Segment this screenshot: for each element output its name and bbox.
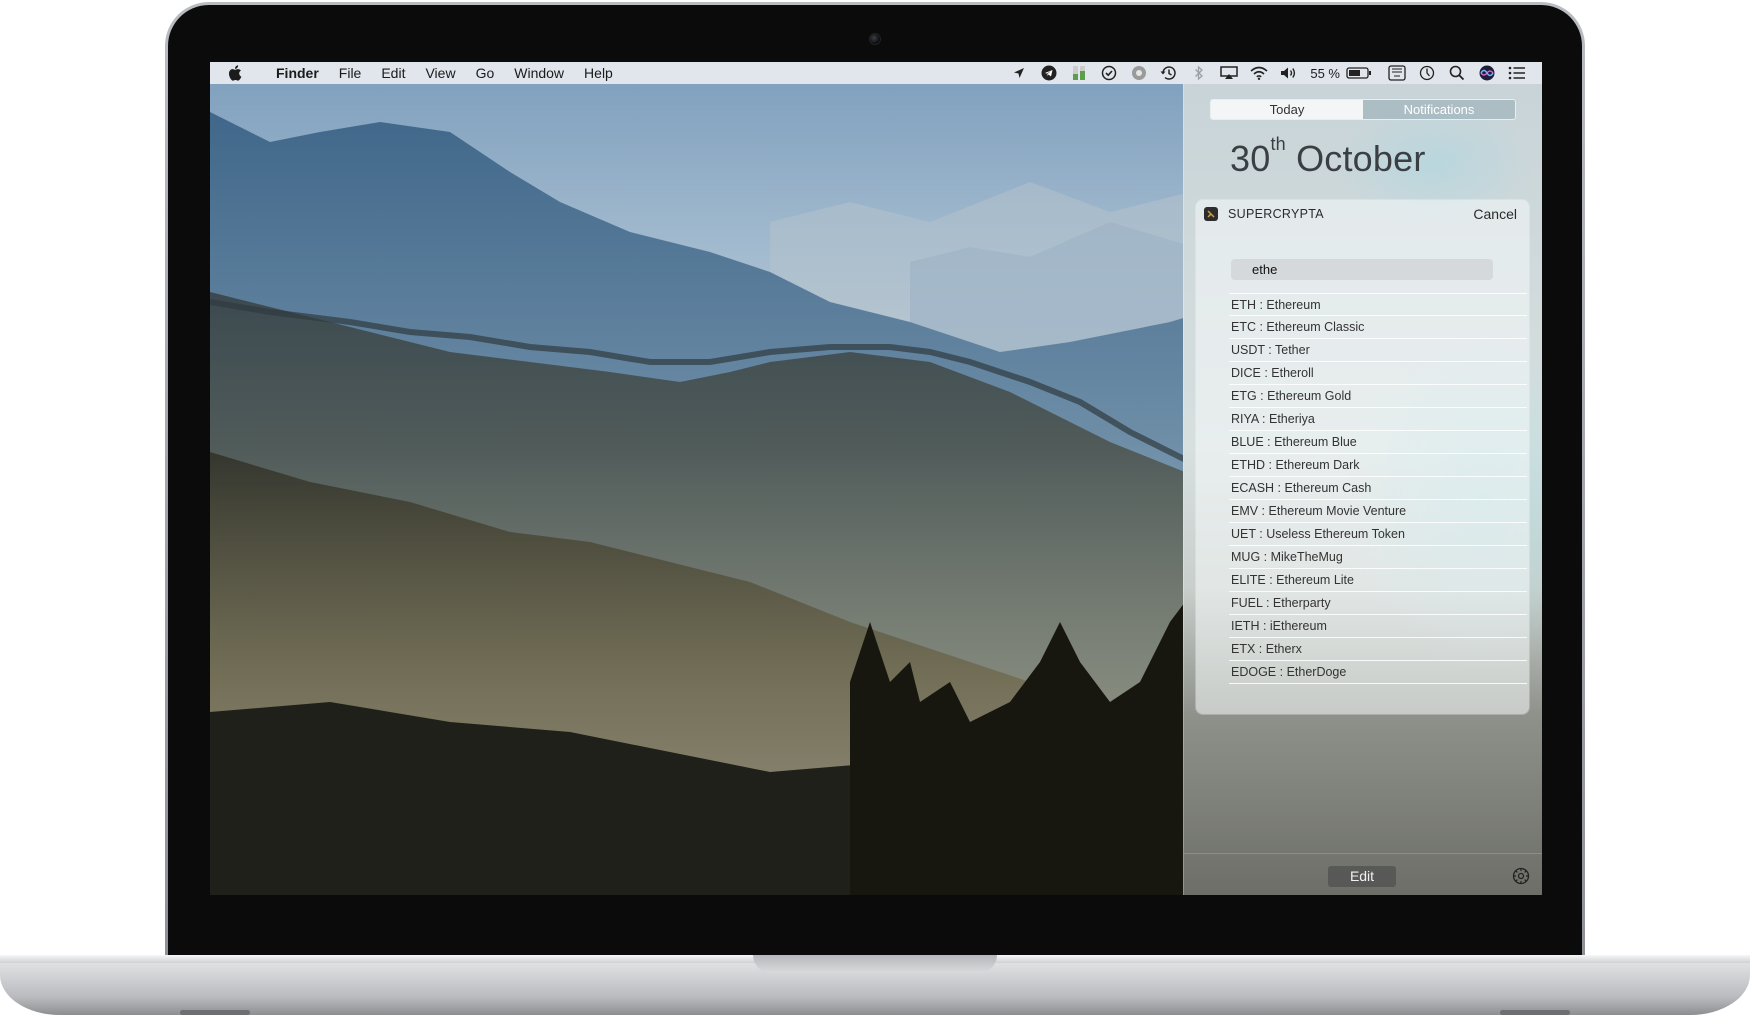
menu-bar: Finder File Edit View Go Window Help 55 … <box>210 62 1542 84</box>
tab-today[interactable]: Today <box>1211 100 1363 119</box>
menu-view[interactable]: View <box>415 62 465 84</box>
coin-search-input[interactable] <box>1231 259 1493 280</box>
coin-result-item[interactable]: ETG : Ethereum Gold <box>1229 385 1527 408</box>
laptop-foot <box>180 1010 250 1015</box>
coin-result-item[interactable]: ETX : Etherx <box>1229 638 1527 661</box>
laptop-foot <box>1500 1010 1570 1015</box>
coin-result-item[interactable]: USDT : Tether <box>1229 339 1527 362</box>
tab-notifications[interactable]: Notifications <box>1363 100 1515 119</box>
menu-window[interactable]: Window <box>504 62 574 84</box>
coin-result-item[interactable]: ETH : Ethereum <box>1229 293 1527 316</box>
coin-result-item[interactable]: UET : Useless Ethereum Token <box>1229 523 1527 546</box>
tasks-icon[interactable] <box>1094 62 1124 84</box>
widget-header: SUPERCRYPTA Cancel <box>1196 200 1529 228</box>
coin-result-item[interactable]: ECASH : Ethereum Cash <box>1229 477 1527 500</box>
battery-icon[interactable] <box>1344 62 1374 84</box>
apple-menu-icon[interactable] <box>228 65 254 81</box>
coin-result-item[interactable]: ETC : Ethereum Classic <box>1229 316 1527 339</box>
app-icon[interactable] <box>1124 62 1154 84</box>
notification-center-panel: Today Notifications 30th October SUPERCR… <box>1183 84 1542 895</box>
siri-icon[interactable] <box>1472 62 1502 84</box>
notification-center-tabs: Today Notifications <box>1210 99 1516 120</box>
cancel-button[interactable]: Cancel <box>1473 206 1517 222</box>
volume-icon[interactable] <box>1274 62 1304 84</box>
today-date: 30th October <box>1230 134 1426 180</box>
supercrypta-app-icon <box>1204 207 1218 221</box>
bluetooth-icon[interactable] <box>1184 62 1214 84</box>
coin-result-item[interactable]: MUG : MikeTheMug <box>1229 546 1527 569</box>
coin-result-item[interactable]: FUEL : Etherparty <box>1229 592 1527 615</box>
menu-file[interactable]: File <box>329 62 372 84</box>
coin-result-item[interactable]: BLUE : Ethereum Blue <box>1229 431 1527 454</box>
spotlight-icon[interactable] <box>1442 62 1472 84</box>
notification-center-footer: Edit <box>1184 853 1542 895</box>
lid-opening-notch <box>753 955 997 973</box>
date-day: 30 <box>1230 138 1271 179</box>
menu-app-finder[interactable]: Finder <box>268 62 329 84</box>
telegram-icon[interactable] <box>1034 62 1064 84</box>
supercrypta-widget: SUPERCRYPTA Cancel ETH : Ethereum ETC : … <box>1196 200 1529 714</box>
screen: Finder File Edit View Go Window Help 55 … <box>210 62 1542 895</box>
notification-center-icon[interactable] <box>1502 62 1532 84</box>
keyboard-icon[interactable] <box>1382 62 1412 84</box>
stats-icon[interactable] <box>1064 62 1094 84</box>
coin-result-item[interactable]: ELITE : Ethereum Lite <box>1229 569 1527 592</box>
clock-icon[interactable] <box>1412 62 1442 84</box>
coin-result-item[interactable]: RIYA : Etheriya <box>1229 408 1527 431</box>
time-machine-icon[interactable] <box>1154 62 1184 84</box>
coin-results-list: ETH : Ethereum ETC : Ethereum Classic US… <box>1229 293 1527 684</box>
coin-result-item[interactable]: EMV : Ethereum Movie Venture <box>1229 500 1527 523</box>
coin-result-item[interactable]: IETH : iEthereum <box>1229 615 1527 638</box>
airplay-icon[interactable] <box>1214 62 1244 84</box>
coin-result-item[interactable]: DICE : Etheroll <box>1229 362 1527 385</box>
camera-icon <box>869 33 881 45</box>
menu-help[interactable]: Help <box>574 62 623 84</box>
widget-title: SUPERCRYPTA <box>1228 207 1324 221</box>
location-icon[interactable] <box>1004 62 1034 84</box>
battery-percentage[interactable]: 55 % <box>1310 66 1340 81</box>
coin-result-item[interactable]: EDOGE : EtherDoge <box>1229 661 1527 684</box>
gear-icon[interactable] <box>1512 867 1530 890</box>
menu-edit[interactable]: Edit <box>371 62 415 84</box>
wifi-icon[interactable] <box>1244 62 1274 84</box>
status-menu-area: 55 % <box>1004 62 1542 84</box>
date-month: October <box>1296 138 1426 179</box>
menu-go[interactable]: Go <box>466 62 505 84</box>
date-suffix: th <box>1270 134 1286 154</box>
edit-widgets-button[interactable]: Edit <box>1328 866 1396 887</box>
coin-result-item[interactable]: ETHD : Ethereum Dark <box>1229 454 1527 477</box>
